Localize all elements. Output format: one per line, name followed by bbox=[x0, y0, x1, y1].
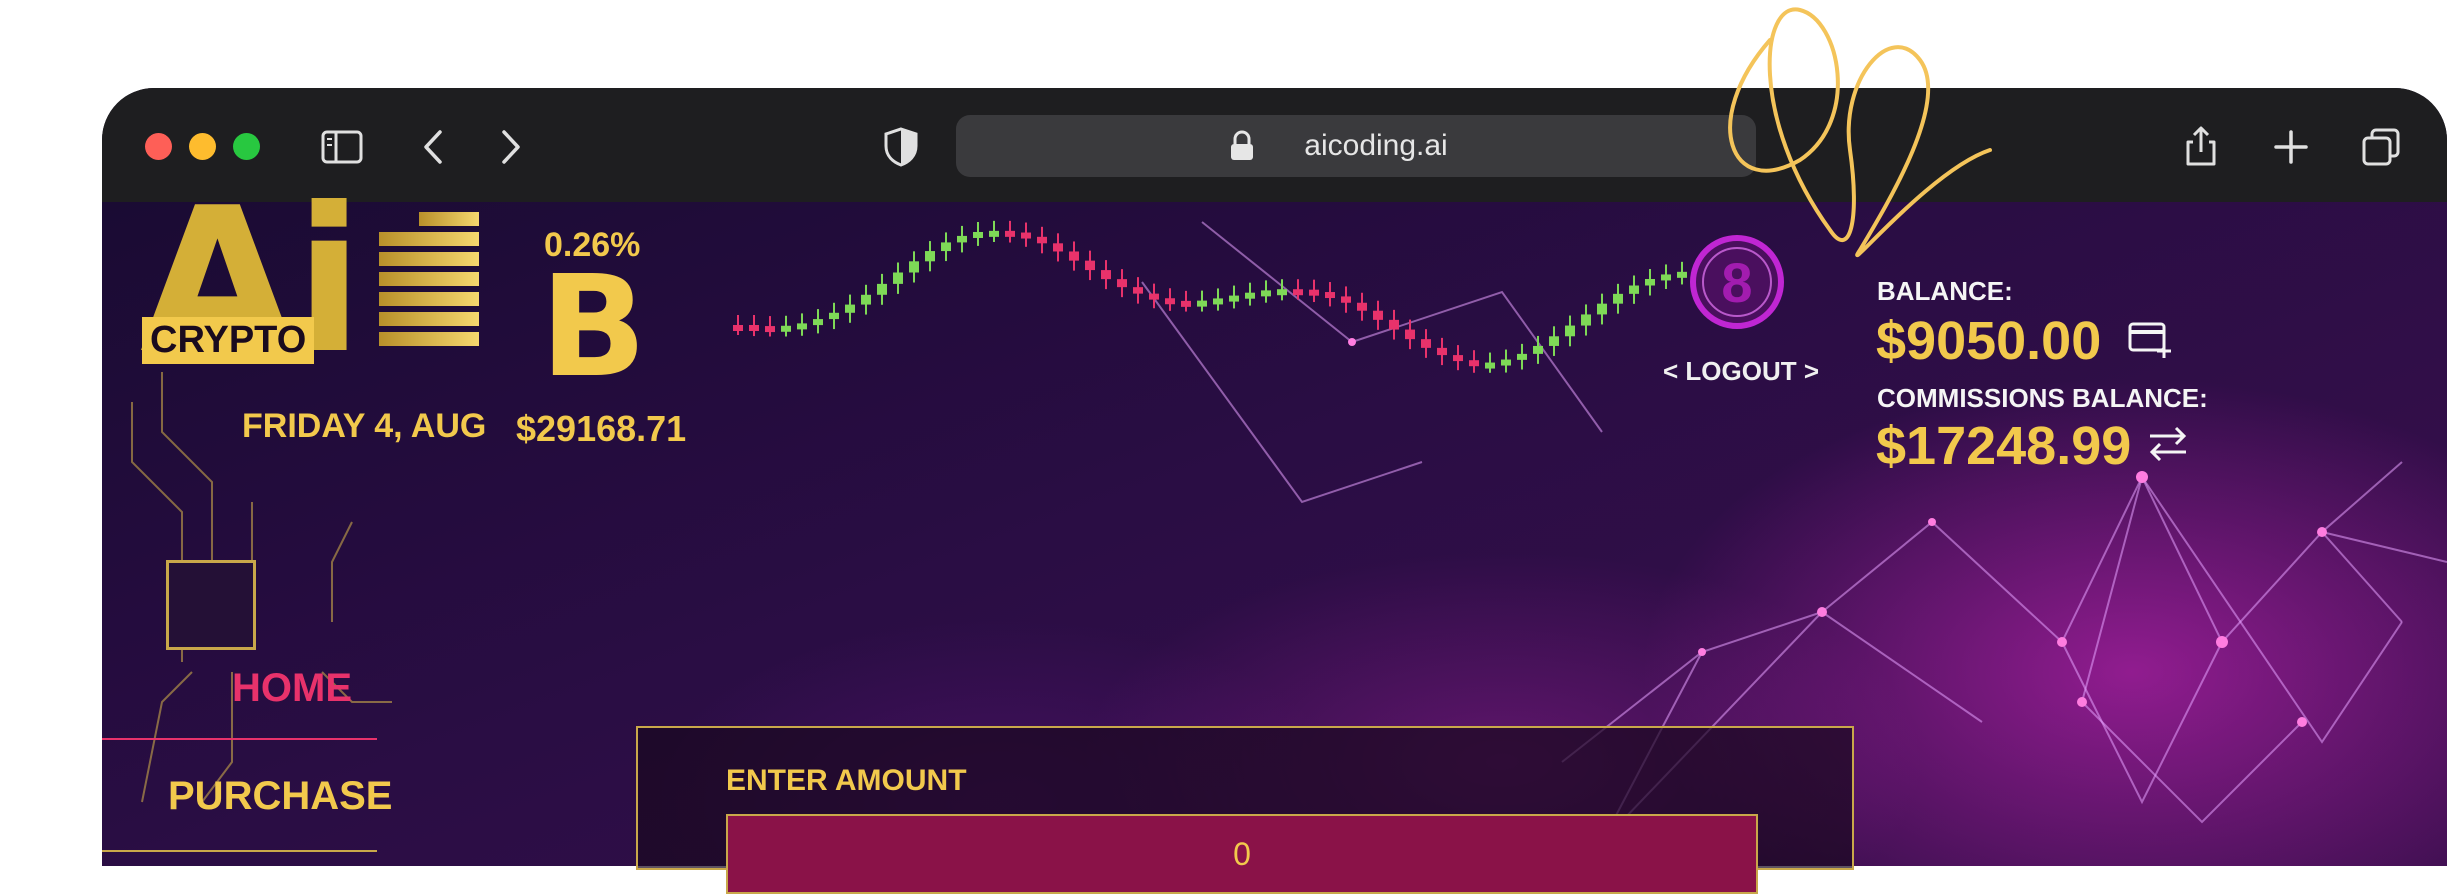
candle-body bbox=[1357, 302, 1367, 311]
candle-body bbox=[909, 261, 919, 273]
candle-body bbox=[749, 325, 759, 331]
candle-body bbox=[1661, 274, 1671, 281]
bitcoin-icon: B bbox=[540, 246, 647, 409]
candle-body bbox=[1181, 300, 1191, 307]
candle-body bbox=[1133, 287, 1143, 294]
candle-body bbox=[765, 326, 775, 333]
candlestick-chart bbox=[733, 220, 1751, 373]
zoom-window-button[interactable] bbox=[233, 133, 260, 160]
close-window-button[interactable] bbox=[145, 133, 172, 160]
candle-body bbox=[877, 283, 887, 295]
candle-body bbox=[941, 242, 951, 252]
candle-body bbox=[925, 251, 935, 262]
back-icon[interactable] bbox=[412, 124, 458, 170]
candle-body bbox=[1293, 289, 1303, 296]
purchase-panel: ENTER AMOUNT bbox=[636, 726, 1854, 894]
candle-body bbox=[957, 235, 967, 243]
amount-input[interactable] bbox=[726, 814, 1758, 894]
transfer-icon[interactable] bbox=[2146, 424, 2190, 464]
nav-divider bbox=[102, 850, 377, 852]
candle-body bbox=[1165, 298, 1175, 305]
candle-body bbox=[861, 294, 871, 305]
forward-icon[interactable] bbox=[486, 124, 532, 170]
candle-body bbox=[1581, 314, 1591, 326]
candle-body bbox=[1677, 271, 1687, 278]
candle-body bbox=[1389, 319, 1399, 330]
enter-amount-label: ENTER AMOUNT bbox=[726, 764, 967, 797]
candle-body bbox=[797, 323, 807, 330]
candle-body bbox=[1245, 292, 1255, 299]
candle-body bbox=[1421, 339, 1431, 348]
share-icon[interactable] bbox=[2178, 124, 2224, 170]
shield-icon[interactable] bbox=[878, 124, 924, 170]
candle-body bbox=[1261, 290, 1271, 297]
url-text[interactable]: aicoding.ai bbox=[956, 129, 1756, 163]
candle-body bbox=[1437, 347, 1447, 356]
candle-body bbox=[781, 325, 791, 332]
candle-body bbox=[1453, 355, 1463, 362]
candle-body bbox=[1533, 345, 1543, 354]
candle-body bbox=[1197, 300, 1207, 307]
candle-body bbox=[1101, 270, 1111, 280]
new-tab-icon[interactable] bbox=[2268, 124, 2314, 170]
candle-body bbox=[1613, 293, 1623, 304]
candle-body bbox=[1325, 292, 1335, 299]
candle-body bbox=[1629, 285, 1639, 294]
nav-divider bbox=[102, 738, 377, 740]
candle-body bbox=[1149, 293, 1159, 300]
candle-body bbox=[829, 312, 839, 320]
add-funds-icon[interactable] bbox=[2128, 320, 2174, 360]
candle-body bbox=[1645, 278, 1655, 286]
logo-crypto-text: CRYPTO bbox=[142, 317, 315, 364]
candle-body bbox=[1117, 279, 1127, 288]
logout-link[interactable]: < LOGOUT > bbox=[1663, 356, 1819, 387]
candle-body bbox=[1213, 298, 1223, 305]
candle-body bbox=[1021, 232, 1031, 239]
sidebar-icon[interactable] bbox=[319, 124, 365, 170]
candle-body bbox=[1053, 243, 1063, 252]
candle-body bbox=[1005, 230, 1015, 237]
current-date: FRIDAY 4, AUG bbox=[242, 407, 487, 445]
candle-body bbox=[1517, 353, 1527, 360]
candle-body bbox=[1405, 329, 1415, 340]
candle-body bbox=[845, 304, 855, 313]
candle-body bbox=[1085, 260, 1095, 271]
candle-body bbox=[973, 231, 983, 238]
ai-chip-icon bbox=[166, 560, 256, 650]
candle-body bbox=[1037, 236, 1047, 244]
candle-body bbox=[813, 319, 823, 326]
candle-body bbox=[1549, 336, 1559, 346]
candle-body bbox=[733, 325, 743, 331]
candle-body bbox=[1373, 310, 1383, 320]
candle-body bbox=[1565, 325, 1575, 337]
minimize-window-button[interactable] bbox=[189, 133, 216, 160]
swirl-decoration bbox=[1728, 7, 1992, 258]
ai-crypto-logo[interactable]: Ai CRYPTO bbox=[114, 182, 494, 412]
candle-body bbox=[1485, 362, 1495, 369]
candle-body bbox=[1597, 303, 1607, 315]
nav-home[interactable]: HOME bbox=[232, 666, 352, 711]
commissions-balance-label: COMMISSIONS BALANCE: bbox=[1877, 383, 2208, 413]
candle-body bbox=[1277, 289, 1287, 296]
candle-body bbox=[1341, 296, 1351, 303]
commissions-balance-value: $17248.99 bbox=[1876, 416, 2132, 476]
tabs-overview-icon[interactable] bbox=[2358, 124, 2404, 170]
address-bar[interactable]: aicoding.ai bbox=[956, 115, 1756, 177]
balance-label: BALANCE: bbox=[1877, 276, 2013, 306]
candle-body bbox=[989, 230, 999, 237]
btc-price: $29168.71 bbox=[516, 408, 687, 449]
candle-body bbox=[1069, 251, 1079, 261]
balance-value: $9050.00 bbox=[1876, 311, 2102, 371]
logo-bars bbox=[379, 212, 479, 352]
candle-body bbox=[1309, 289, 1319, 296]
candle-body bbox=[1501, 359, 1511, 366]
candle-body bbox=[1229, 295, 1239, 302]
candle-body bbox=[1469, 360, 1479, 367]
nav-purchase[interactable]: PURCHASE bbox=[168, 774, 392, 819]
browser-toolbar: aicoding.ai bbox=[102, 88, 2447, 202]
candle-body bbox=[893, 272, 903, 284]
